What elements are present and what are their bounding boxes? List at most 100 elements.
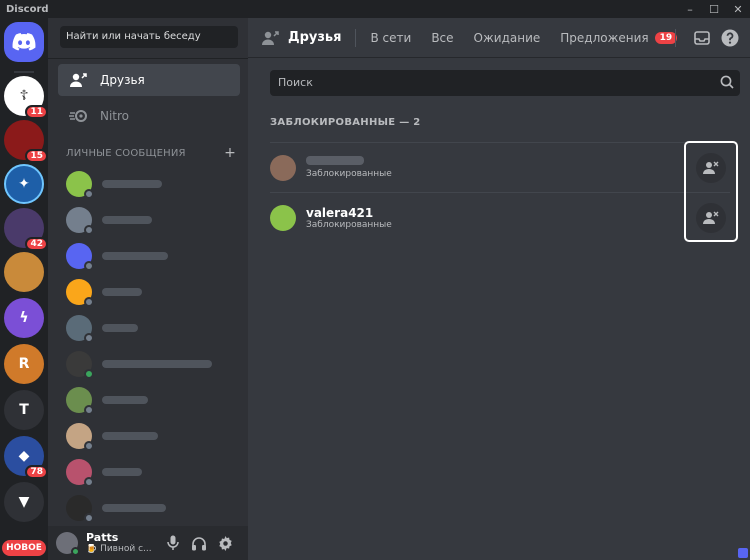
dm-name-redacted — [102, 324, 138, 332]
nitro-icon — [68, 109, 90, 123]
toolbar-title: Друзья — [262, 30, 341, 46]
highlight-box — [684, 141, 738, 242]
avatar — [66, 171, 94, 199]
tab-label: Предложения — [560, 30, 649, 45]
avatar — [66, 387, 94, 415]
headphones-icon[interactable] — [186, 536, 212, 551]
friends-icon — [262, 30, 280, 46]
user-info[interactable]: Patts 🍺 Пивной с... — [86, 531, 160, 555]
dm-list-item[interactable] — [58, 274, 240, 310]
server-icon-5[interactable] — [4, 252, 44, 292]
corner-icon — [738, 548, 748, 558]
new-badge[interactable]: НОВОЕ — [2, 540, 46, 556]
dm-name-redacted — [102, 468, 142, 476]
server-icon-2[interactable]: 15 — [4, 120, 48, 163]
dm-list-item[interactable] — [58, 418, 240, 454]
dm-list-item[interactable] — [58, 490, 240, 526]
blocked-user-row[interactable]: Заблокированные — [270, 142, 730, 192]
dm-list-item[interactable] — [58, 310, 240, 346]
mention-badge: 78 — [25, 465, 48, 479]
dm-section-header: ЛИЧНЫЕ СООБЩЕНИЯ + — [66, 145, 236, 161]
nav-nitro[interactable]: Nitro — [58, 100, 240, 132]
avatar — [66, 495, 94, 523]
dm-list-item[interactable] — [58, 454, 240, 490]
help-icon[interactable] — [718, 28, 742, 48]
dm-name-redacted — [102, 360, 212, 368]
dm-list-item[interactable] — [58, 382, 240, 418]
tab-suggestions[interactable]: Предложения 19 — [560, 30, 678, 45]
server-icon-1[interactable]: ☦ 11 — [4, 76, 48, 119]
dm-name-redacted — [102, 504, 166, 512]
dm-name-redacted — [102, 396, 148, 404]
friends-toolbar: Друзья В сети Все Ожидание Предложения 1… — [248, 18, 750, 58]
microphone-icon[interactable] — [160, 535, 186, 551]
inbox-icon[interactable] — [690, 28, 714, 48]
nav-label: Nitro — [100, 109, 130, 123]
user-name-redacted — [306, 156, 364, 165]
title-bar: Discord – ☐ ✕ — [0, 0, 750, 18]
main-content: Друзья В сети Все Ожидание Предложения 1… — [248, 18, 750, 560]
section-title: ЗАБЛОКИРОВАННЫЕ — 2 — [270, 117, 421, 128]
user-status: Заблокированные — [306, 219, 392, 230]
guild-separator — [14, 71, 34, 73]
dm-name-redacted — [102, 432, 158, 440]
dm-panel: Найти или начать беседу Друзья Nitro ЛИЧ… — [48, 18, 248, 560]
tab-online[interactable]: В сети — [370, 31, 411, 45]
dm-name-redacted — [102, 288, 142, 296]
mention-badge: 15 — [25, 149, 48, 163]
server-list: ☦ 11 15 ✦ 42 ϟ R T ◆ 78 ▼ НОВОЕ — [0, 18, 48, 560]
custom-status: 🍺 Пивной с... — [86, 544, 152, 554]
mention-badge: 11 — [25, 105, 48, 119]
server-icon-8[interactable]: T — [4, 390, 44, 430]
dm-list-item[interactable] — [58, 238, 240, 274]
dm-header-label: ЛИЧНЫЕ СООБЩЕНИЯ — [66, 148, 186, 159]
server-icon-3[interactable]: ✦ — [4, 164, 44, 204]
server-icon-6[interactable]: ϟ — [4, 298, 44, 338]
avatar — [66, 351, 94, 379]
user-avatar[interactable] — [56, 532, 80, 556]
toolbar-actions — [675, 28, 742, 48]
dm-name-redacted — [102, 216, 152, 224]
nav-friends[interactable]: Друзья — [58, 64, 240, 96]
server-icon-4[interactable]: 42 — [4, 208, 48, 251]
tab-all[interactable]: Все — [431, 31, 453, 45]
avatar — [66, 423, 94, 451]
page-title: Друзья — [288, 30, 342, 45]
app-title: Discord — [6, 3, 49, 15]
server-icon-10[interactable]: ▼ — [4, 482, 44, 522]
dm-name-redacted — [102, 180, 162, 188]
blocked-user-row[interactable]: valera421 Заблокированные — [270, 192, 730, 242]
maximize-button[interactable]: ☐ — [702, 3, 726, 16]
create-dm-button[interactable]: + — [224, 145, 236, 161]
user-panel: Patts 🍺 Пивной с... — [48, 526, 248, 560]
search-placeholder: Поиск — [278, 76, 313, 89]
server-icon-9[interactable]: ◆ 78 — [4, 436, 48, 479]
home-button[interactable] — [4, 22, 44, 62]
avatar — [66, 207, 94, 235]
user-status: Заблокированные — [306, 169, 392, 179]
tab-pending[interactable]: Ожидание — [474, 31, 541, 45]
dm-list-item[interactable] — [58, 166, 240, 202]
avatar — [66, 459, 94, 487]
avatar — [270, 154, 296, 181]
user-name: valera421 — [306, 205, 374, 220]
friends-search-input[interactable]: Поиск — [270, 70, 740, 96]
gear-icon[interactable] — [212, 535, 238, 551]
nav-label: Друзья — [100, 73, 145, 87]
dm-list-item[interactable] — [58, 202, 240, 238]
count-badge: 19 — [654, 31, 678, 44]
divider — [355, 28, 357, 47]
divider — [675, 29, 676, 47]
dm-search-input[interactable]: Найти или начать беседу — [60, 26, 238, 48]
close-button[interactable]: ✕ — [726, 3, 750, 16]
avatar — [66, 315, 94, 343]
minimize-button[interactable]: – — [678, 3, 702, 16]
avatar — [66, 279, 94, 307]
dm-list-item[interactable] — [58, 346, 240, 382]
avatar — [270, 204, 296, 231]
search-icon — [720, 75, 734, 92]
avatar — [66, 243, 94, 271]
online-status-icon — [71, 547, 80, 556]
dm-name-redacted — [102, 252, 168, 260]
server-icon-7[interactable]: R — [4, 344, 44, 384]
